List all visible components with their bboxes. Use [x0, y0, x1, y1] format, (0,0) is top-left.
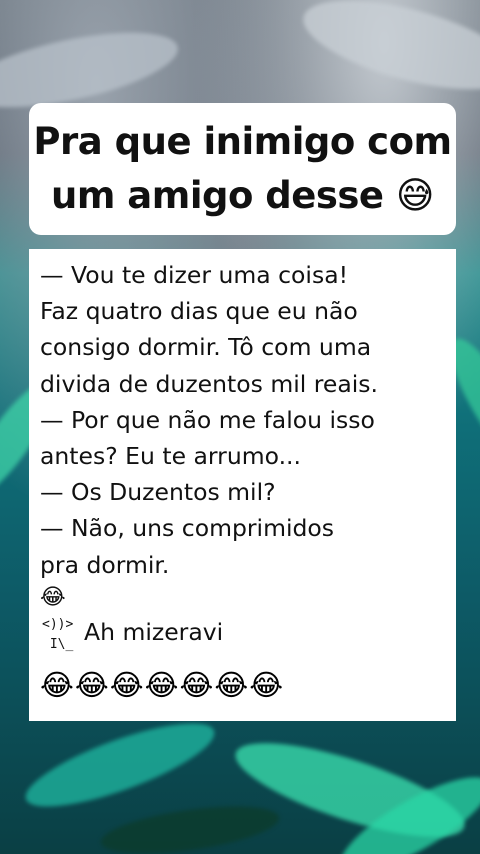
joke-line: — Vou te dizer uma coisa!: [40, 261, 349, 289]
joke-line: antes? Eu te arrumo...: [40, 442, 301, 471]
bg-streak: [294, 0, 480, 108]
title-line-1: Pra que inimigo com: [33, 120, 452, 163]
ascii-face: <))> I\_: [42, 616, 74, 652]
title-card: Pra que inimigo com um amigo desse 😅: [29, 103, 456, 235]
title-line-2: um amigo desse 😅: [51, 174, 434, 217]
joke-line: divida de duzentos mil reais.: [40, 369, 378, 398]
joke-line: pra dormir.: [40, 550, 170, 579]
joke-line: consigo dormir. Tô com uma: [40, 333, 372, 362]
joke-line: — Por que não me falou isso: [40, 405, 375, 434]
joke-line: — Não, uns comprimidos: [40, 514, 335, 543]
laughing-emoji: 😂: [40, 584, 66, 610]
joke-card: — Vou te dizer uma coisa! Faz quatro dia…: [29, 249, 456, 721]
bg-streak: [17, 707, 223, 823]
joke-line: — Os Duzentos mil?: [40, 478, 276, 507]
laughing-emoji-row: 😂😂😂😂😂😂😂: [40, 667, 285, 702]
joke-line: Faz quatro dias que eu não: [40, 297, 358, 326]
ascii-face-row: <))> I\_ Ah mizeravi: [40, 613, 456, 665]
bg-streak: [98, 797, 282, 854]
face-caption: Ah mizeravi: [84, 617, 224, 646]
